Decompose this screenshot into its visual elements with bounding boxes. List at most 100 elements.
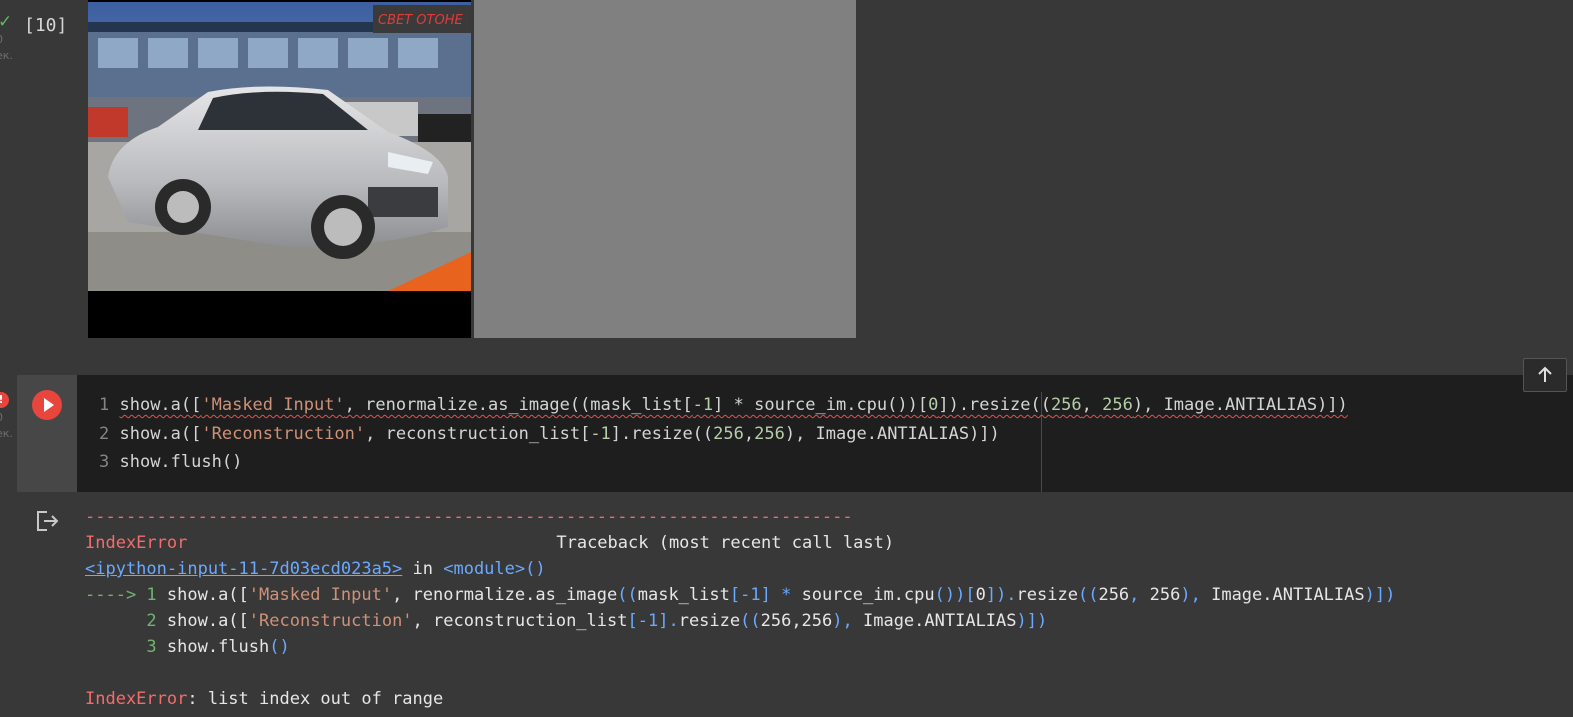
line-number: 1 — [99, 395, 120, 415]
code-token: show.a([ — [119, 424, 202, 444]
traceback-token: Image.ANTIALIAS — [1211, 585, 1365, 605]
traceback-token: 0 — [975, 585, 986, 605]
clear-output-icon[interactable] — [35, 509, 61, 533]
exec-time: 0 — [0, 412, 3, 424]
code-line[interactable]: 2 show.a(['Reconstruction', reconstructi… — [99, 420, 1000, 448]
car-photo: СВЕТ ОТОНЕ — [88, 2, 471, 291]
code-token: , reconstruction_list[ — [365, 424, 591, 444]
output-cell-images: ✓ 0 ек. [10] — [0, 0, 1573, 375]
traceback-token: [ — [729, 585, 741, 605]
code-token: ].resize(( — [610, 424, 714, 444]
traceback-token: (( — [740, 611, 761, 631]
traceback-token: -1 — [637, 611, 659, 631]
traceback-token: ), — [832, 611, 863, 631]
code-token: , — [1081, 395, 1103, 415]
traceback-token: ]). — [985, 585, 1017, 605]
run-cell-button[interactable] — [32, 390, 62, 420]
traceback-token: show.a([ — [166, 611, 249, 631]
traceback-token: resize — [678, 611, 741, 631]
traceback-token: , renormalize.as_image — [392, 585, 618, 605]
traceback-divider: ----------------------------------------… — [85, 507, 853, 527]
code-token: 256 — [713, 424, 744, 444]
code-editor[interactable]: 1 show.a(['Masked Input', renormalize.as… — [77, 375, 1573, 492]
code-token: -1 — [590, 424, 611, 444]
exec-time-unit: ек. — [0, 427, 13, 440]
code-token: 0 — [928, 395, 939, 415]
traceback-token: 256 — [1149, 585, 1181, 605]
traceback-line-number: 2 — [85, 611, 167, 631]
traceback-arrow: ----> 1 — [85, 585, 167, 605]
traceback-token: ())[ — [934, 585, 976, 605]
code-token: ]).resize(( — [938, 395, 1051, 415]
code-text: show.a(['Masked Input', renormalize.as_i… — [119, 395, 1347, 415]
code-token: ), Image.ANTIALIAS)]) — [1132, 395, 1348, 415]
code-token: show.flush() — [119, 452, 243, 472]
module-call: () — [525, 559, 546, 579]
traceback-line-number: 3 — [85, 637, 167, 657]
in-text: in — [402, 559, 444, 579]
arrow-up-icon — [1538, 366, 1552, 382]
traceback-header-line: IndexError Traceback (most recent call la… — [85, 530, 894, 556]
traceback-token: (( — [1077, 585, 1099, 605]
line-number: 2 — [99, 424, 120, 444]
code-token: 256 — [754, 424, 785, 444]
traceback-token: ]. — [658, 611, 679, 631]
code-token: 256 — [1102, 395, 1133, 415]
traceback-location: <ipython-input-11-7d03ecd023a5> in <modu… — [85, 556, 546, 582]
masked-input-image: СВЕТ ОТОНЕ — [88, 0, 471, 338]
code-text: show.flush() — [119, 452, 242, 472]
code-token: 'Reconstruction' — [201, 424, 366, 444]
traceback-token: show.flush — [166, 637, 270, 657]
traceback-token: -1 — [740, 585, 761, 605]
traceback-token: ), — [1180, 585, 1212, 605]
module-text: <module> — [443, 559, 526, 579]
final-error-name: IndexError — [85, 689, 188, 709]
code-token: ] * source_im.cpu())[ — [713, 395, 929, 415]
reconstruction-image — [474, 0, 856, 338]
traceback-token: , — [1129, 585, 1150, 605]
notebook-page: ✓ 0 ек. [10] — [0, 0, 1573, 717]
code-token: 256 — [1050, 395, 1082, 415]
traceback-code-line: ----> 1 show.a(['Masked Input', renormal… — [85, 582, 1395, 608]
traceback-token: Image.ANTIALIAS — [862, 611, 1017, 631]
traceback-token: , reconstruction_list — [412, 611, 628, 631]
ipython-input-link[interactable]: <ipython-input-11-7d03ecd023a5> — [85, 559, 402, 579]
check-icon: ✓ — [0, 12, 13, 32]
traceback-token: ] — [760, 585, 771, 605]
exec-status: ✓ 0 ек. — [0, 10, 20, 70]
traceback-token: )]) — [1016, 611, 1048, 631]
traceback-token: source_im.cpu — [801, 585, 935, 605]
traceback-token: 'Masked Input' — [248, 585, 393, 605]
code-cell: ! 0 ек. 1 show.a(['Masked Input', renorm… — [0, 358, 1573, 717]
traceback-token: 256 — [1098, 585, 1130, 605]
output-gutter — [17, 492, 77, 717]
traceback-token: show.a([ — [166, 585, 249, 605]
code-token: show.a([ — [119, 395, 202, 415]
play-icon — [44, 398, 54, 412]
code-token: , renormalize.as_image((mask_list[ — [344, 395, 693, 415]
scroll-to-top-button[interactable] — [1523, 358, 1567, 392]
execution-count: [10] — [24, 15, 68, 36]
traceback-token: (( — [617, 585, 638, 605]
exec-time: 0 — [0, 34, 3, 46]
cell-output-area: ----------------------------------------… — [17, 492, 1573, 717]
code-line[interactable]: 1 show.a(['Masked Input', renormalize.as… — [99, 391, 1348, 419]
exec-time-unit: ек. — [0, 49, 13, 62]
error-name: IndexError — [85, 533, 188, 553]
line-number: 3 — [99, 452, 120, 472]
traceback-token: )]) — [1364, 585, 1396, 605]
code-token: ), Image.ANTIALIAS)]) — [784, 424, 1000, 444]
code-token: 'Masked Input' — [201, 395, 345, 415]
traceback-code-line: 3 show.flush() — [85, 634, 290, 660]
cell-run-gutter — [17, 375, 77, 492]
traceback-token: resize — [1016, 585, 1078, 605]
code-token: , — [743, 424, 755, 444]
traceback-token: () — [269, 637, 290, 657]
traceback-token: [ — [627, 611, 638, 631]
code-line[interactable]: 3 show.flush() — [99, 448, 242, 476]
error-indicator-icon: ! — [0, 392, 9, 408]
traceback-token: 'Reconstruction' — [248, 611, 413, 631]
final-error-message: : list index out of range — [187, 689, 444, 709]
traceback-code-line: 2 show.a(['Reconstruction', reconstructi… — [85, 608, 1047, 634]
traceback-token: * — [770, 585, 802, 605]
